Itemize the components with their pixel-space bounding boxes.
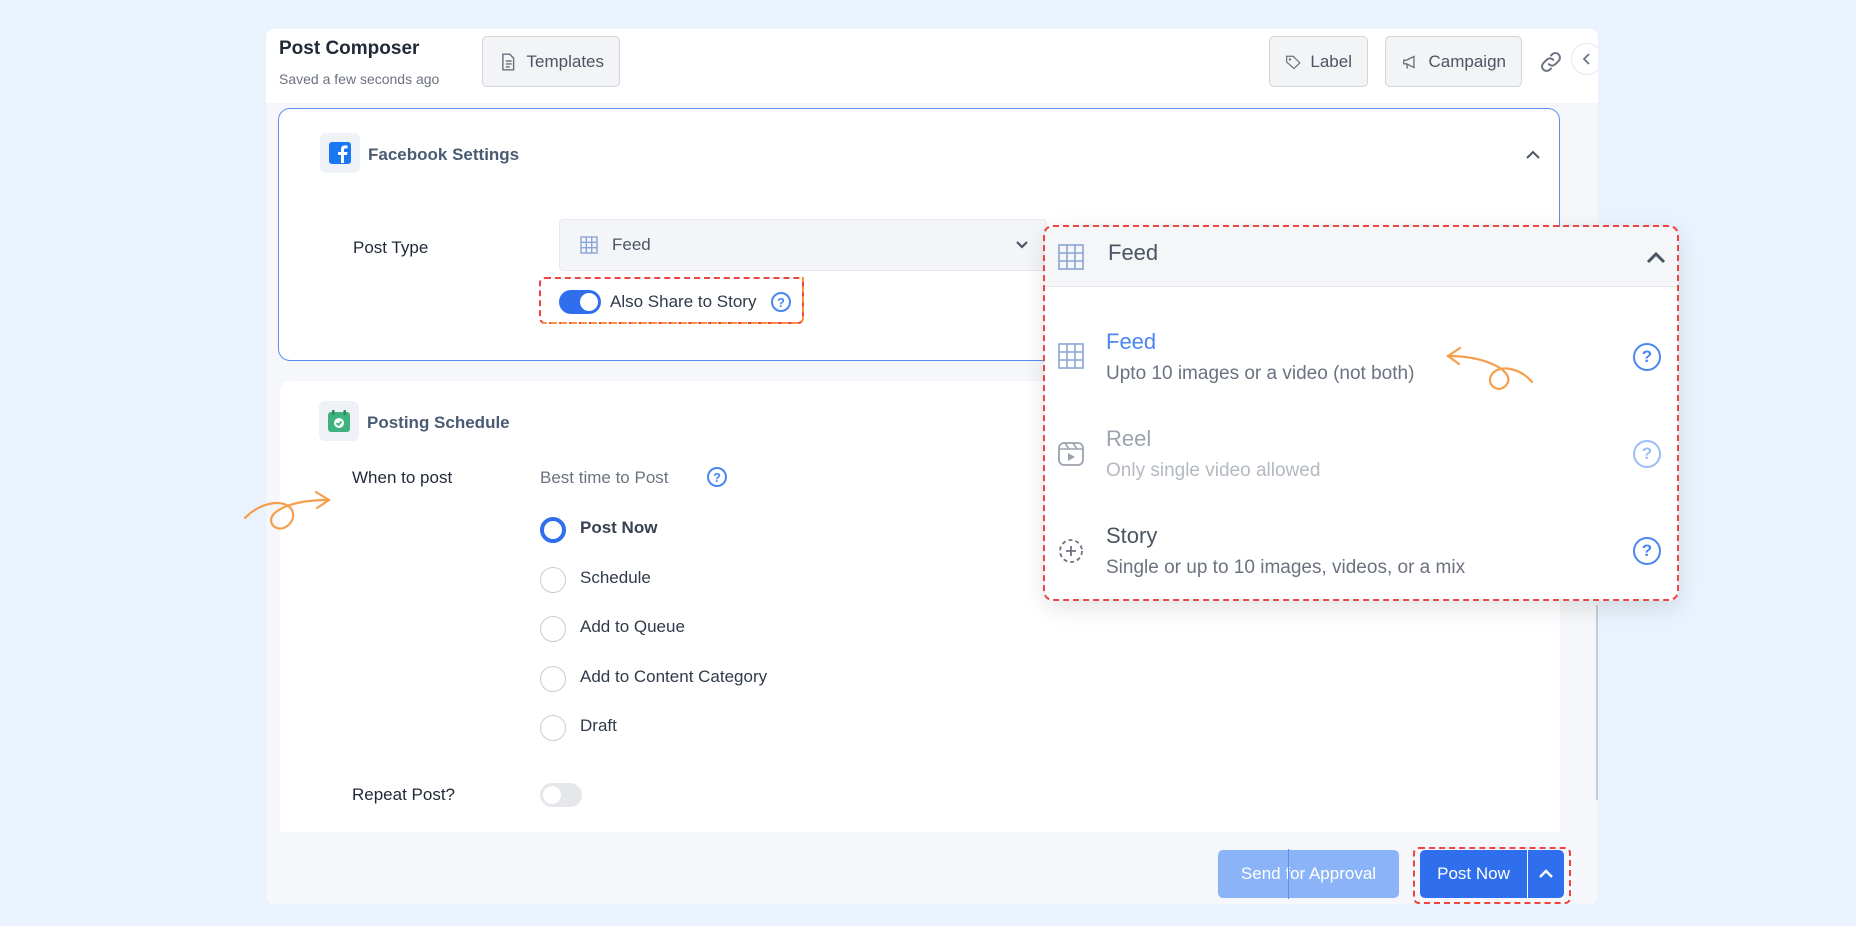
scrollbar[interactable] <box>1596 605 1598 800</box>
best-time-label: Best time to Post <box>540 468 669 487</box>
post-type-label: Post Type <box>353 238 429 257</box>
post-type-select[interactable]: Feed <box>559 219 1047 271</box>
radio-add-to-queue[interactable] <box>540 616 566 642</box>
calendar-check-icon <box>319 401 359 441</box>
repeat-post-label: Repeat Post? <box>352 785 456 804</box>
chevron-up-icon[interactable] <box>1525 149 1541 161</box>
grid-icon <box>580 236 598 254</box>
chevron-down-icon <box>1016 241 1028 249</box>
send-for-approval-button[interactable]: Send for Approval <box>1218 850 1399 898</box>
tag-icon <box>1286 55 1301 69</box>
templates-label: Templates <box>526 51 604 71</box>
save-status: Saved a few seconds ago <box>279 71 440 87</box>
megaphone-icon <box>1403 54 1415 69</box>
document-icon <box>502 52 515 71</box>
facebook-settings-title: Facebook Settings <box>368 145 520 164</box>
radio-schedule[interactable] <box>540 567 566 593</box>
post-type-value: Feed <box>612 235 651 254</box>
radio-content-category-label: Add to Content Category <box>580 667 768 686</box>
posting-schedule-title: Posting Schedule <box>367 413 510 432</box>
link-icon[interactable] <box>1538 49 1564 75</box>
when-to-post-label: When to post <box>352 468 453 487</box>
repeat-post-toggle[interactable] <box>540 783 582 807</box>
radio-schedule-label: Schedule <box>580 568 651 587</box>
annotation-arrow-icon <box>1446 346 1534 390</box>
label-button[interactable]: Label <box>1269 36 1368 87</box>
collapse-panel-button[interactable] <box>1571 43 1598 75</box>
button-divider <box>1288 849 1289 899</box>
radio-content-category[interactable] <box>540 666 566 692</box>
label-label: Label <box>1310 51 1352 71</box>
chevron-left-icon <box>1582 53 1590 65</box>
radio-draft[interactable] <box>540 715 566 741</box>
help-icon[interactable]: ? <box>707 467 727 487</box>
annotation-box-dropdown <box>1043 225 1679 601</box>
composer-topbar: Post Composer Saved a few seconds ago Te… <box>266 29 1598 103</box>
annotation-arrow-icon <box>243 490 332 530</box>
radio-post-now-label: Post Now <box>580 518 658 537</box>
templates-button[interactable]: Templates <box>482 36 620 87</box>
page-title: Post Composer <box>279 38 420 59</box>
campaign-label: Campaign <box>1428 51 1507 71</box>
campaign-button[interactable]: Campaign <box>1385 36 1522 87</box>
annotation-box-story-accent <box>542 277 804 324</box>
radio-draft-label: Draft <box>580 716 617 735</box>
radio-post-now[interactable] <box>540 517 566 543</box>
annotation-box-post-now <box>1413 847 1571 904</box>
facebook-icon <box>320 133 360 173</box>
radio-add-to-queue-label: Add to Queue <box>580 617 685 636</box>
